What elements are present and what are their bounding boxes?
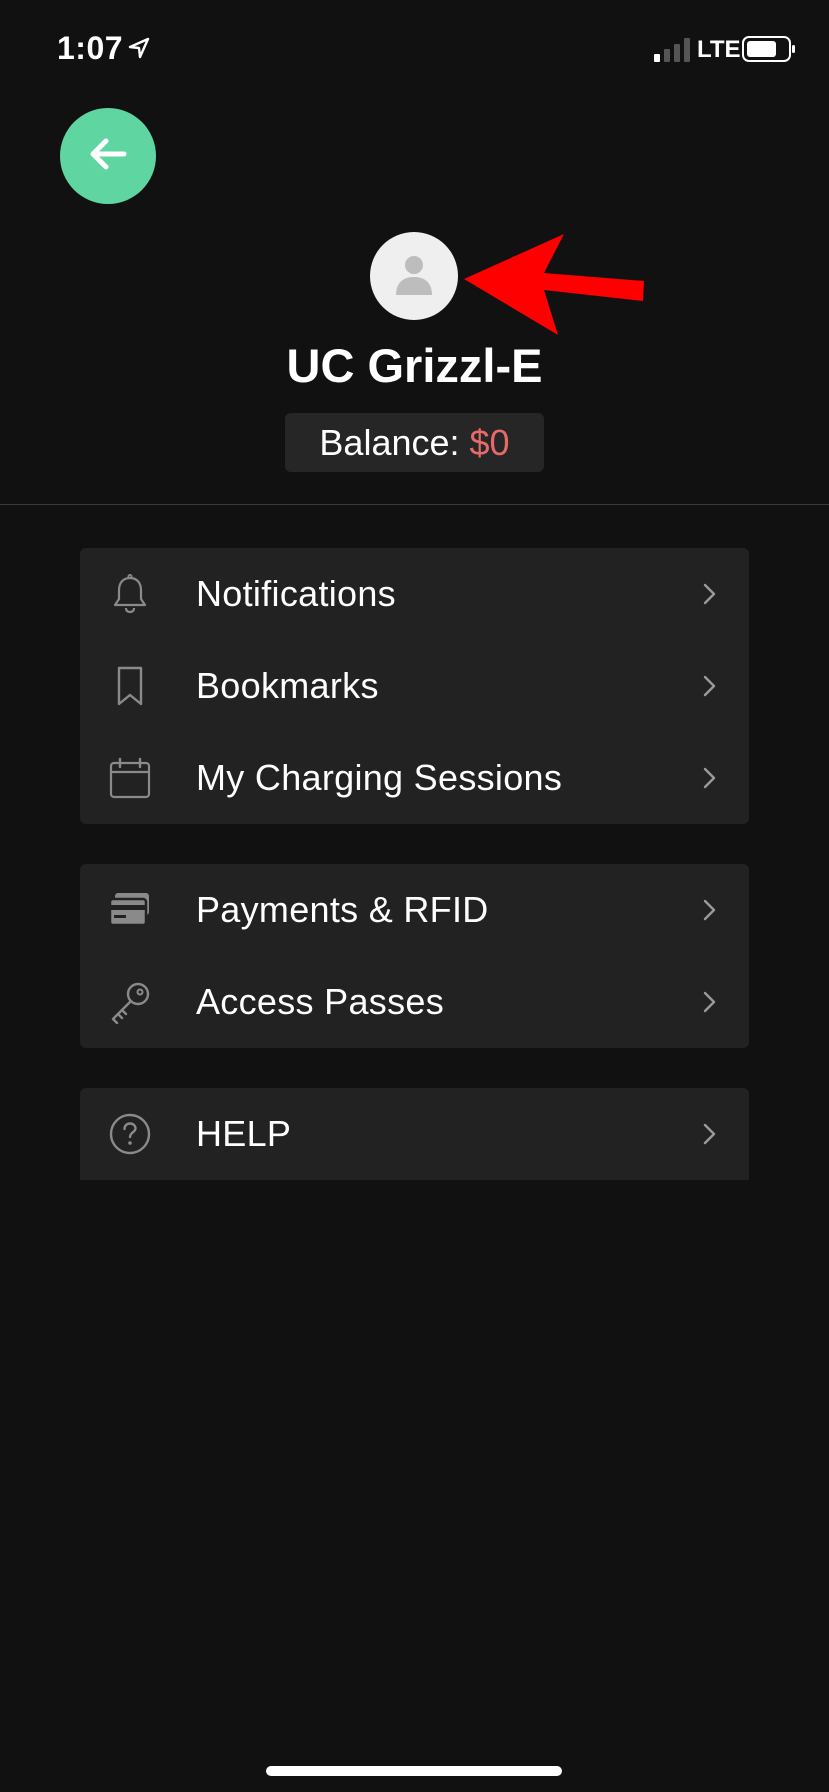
chevron-right-icon [699, 764, 719, 792]
key-icon [108, 980, 152, 1025]
credit-card-icon [108, 888, 152, 932]
menu-group-activity: Notifications Bookmarks My Charging Sess… [80, 548, 749, 824]
chevron-right-icon [699, 580, 719, 608]
status-bar: 1:07 LTE [0, 0, 829, 100]
profile-name: UC Grizzl-E [286, 339, 543, 392]
chevron-right-icon [699, 1120, 719, 1148]
home-indicator[interactable] [266, 1766, 562, 1776]
menu-item-label: Payments & RFID [196, 889, 489, 930]
location-arrow-icon [128, 37, 150, 59]
chevron-right-icon [699, 896, 719, 924]
arrow-left-icon [86, 132, 130, 181]
calendar-icon [108, 756, 152, 800]
menu-item-label: HELP [196, 1113, 292, 1154]
user-silhouette-icon [370, 256, 458, 320]
annotation-arrow [462, 228, 652, 338]
bookmark-icon [108, 664, 152, 708]
chevron-right-icon [699, 672, 719, 700]
balance-label: Balance: [319, 421, 460, 463]
menu-item-notifications[interactable]: Notifications [80, 548, 749, 640]
status-time: 1:07 [57, 30, 124, 66]
avatar[interactable] [370, 232, 458, 320]
balance-amount: $0 [469, 421, 510, 463]
question-circle-icon [108, 1112, 152, 1156]
network-type: LTE [697, 36, 741, 63]
menu-item-charging-sessions[interactable]: My Charging Sessions [80, 732, 749, 824]
battery-icon [742, 36, 796, 62]
menu-group-payments: Payments & RFID Access Passes [80, 864, 749, 1048]
menu-item-label: Notifications [196, 573, 396, 614]
menu-item-label: Bookmarks [196, 665, 379, 706]
divider [0, 504, 829, 505]
back-button[interactable] [60, 108, 156, 204]
menu-item-payments-rfid[interactable]: Payments & RFID [80, 864, 749, 956]
menu-item-access-passes[interactable]: Access Passes [80, 956, 749, 1048]
balance-badge[interactable]: Balance: $0 [285, 413, 544, 472]
signal-bars-icon [652, 38, 692, 62]
chevron-right-icon [699, 988, 719, 1016]
menu-item-label: Access Passes [196, 981, 444, 1022]
menu-item-help[interactable]: HELP [80, 1088, 749, 1180]
menu-item-label: My Charging Sessions [196, 757, 563, 798]
bell-icon [108, 572, 152, 616]
menu-group-help: HELP [80, 1088, 749, 1180]
profile-screen: 1:07 LTE UC Grizzl-E Balance: $0 Notific… [0, 0, 829, 1792]
menu-item-bookmarks[interactable]: Bookmarks [80, 640, 749, 732]
